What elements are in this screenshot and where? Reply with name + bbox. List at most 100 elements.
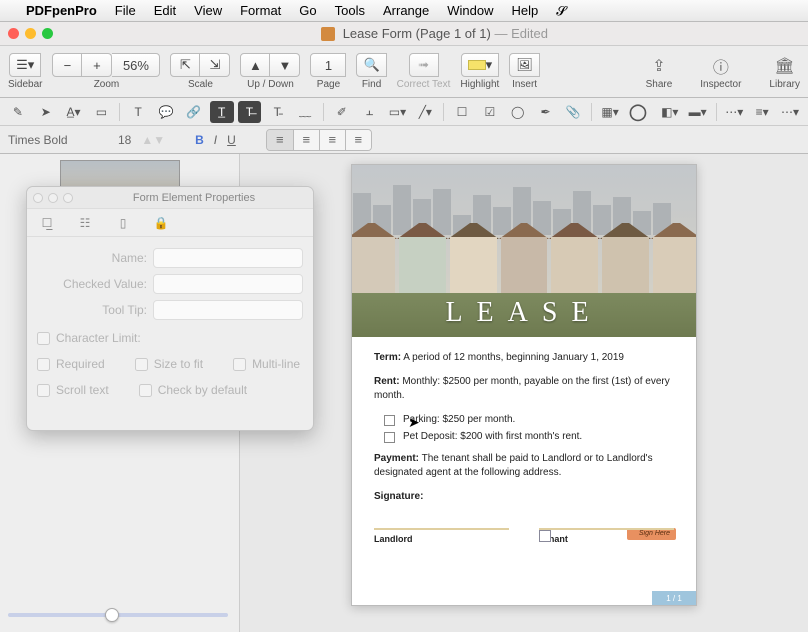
align-center-button[interactable]: ≡ (293, 130, 319, 150)
table-tool-icon[interactable]: ▦▾ (598, 101, 622, 123)
panel-min-button[interactable] (48, 193, 58, 203)
link-tool-icon[interactable]: 🔗 (182, 101, 206, 123)
toolbar-right: ⇪Share ⓘInspector 🏛Library (646, 53, 800, 90)
font-size-field[interactable]: 18 (118, 133, 131, 147)
minimize-window-button[interactable] (25, 28, 36, 39)
panel-checked-input[interactable] (153, 274, 303, 294)
inspector-icon[interactable]: ⓘ (711, 56, 731, 76)
line-width-icon[interactable]: ≡▾ (750, 101, 774, 123)
thumbnail-zoom-slider[interactable] (8, 606, 228, 624)
insert-button[interactable]: 🖼 (509, 53, 540, 77)
menu-window[interactable]: Window (447, 3, 493, 18)
note-tool-icon[interactable]: 💬 (154, 101, 178, 123)
panel-close-button[interactable] (33, 193, 43, 203)
sidebar-group: ☰▾ Sidebar (8, 53, 42, 90)
updown-label: Up / Down (247, 79, 294, 90)
squiggle-tool-icon[interactable]: ﹏ (293, 101, 317, 123)
script-menu-icon[interactable]: 𝓢 (556, 3, 566, 19)
font-family-field[interactable]: Times Bold (8, 133, 108, 147)
panel-tab-lock-icon[interactable]: 🔒 (151, 213, 171, 233)
pet-deposit-checkbox[interactable] (384, 432, 395, 443)
align-left-button[interactable]: ≡ (267, 130, 293, 150)
strikethrough-tool-icon[interactable]: T̵ (265, 101, 289, 123)
find-button[interactable]: 🔍 (356, 53, 386, 77)
attach-tool-icon[interactable]: 📎 (561, 101, 585, 123)
bold-button[interactable]: B (195, 133, 204, 147)
zoom-window-button[interactable] (42, 28, 53, 39)
zoom-value[interactable]: 56% (112, 53, 160, 77)
charlimit-checkbox[interactable] (37, 332, 50, 345)
polyline-tool-icon[interactable]: ⫠ (358, 101, 382, 123)
align-right-button[interactable]: ≡ (319, 130, 345, 150)
align-justify-button[interactable]: ≡ (345, 130, 371, 150)
zoom-in-button[interactable]: + (82, 53, 112, 77)
rent-label: Rent: (374, 376, 400, 387)
form-checkbox-icon[interactable]: ☑ (478, 101, 502, 123)
text-select-tool-icon[interactable]: A̲▾ (62, 101, 86, 123)
panel-tab-form-icon[interactable]: ☐̲ (37, 213, 57, 233)
scale-actual-button[interactable]: ⇲ (200, 53, 230, 77)
correct-text-button[interactable]: ➟ (409, 53, 439, 77)
panel-checked-label: Checked Value: (37, 277, 147, 291)
panel-zoom-button[interactable] (63, 193, 73, 203)
required-checkbox[interactable] (37, 358, 50, 371)
tenant-signature-line[interactable] (539, 528, 674, 530)
form-radio-icon[interactable]: ◯ (506, 101, 530, 123)
tenant-signature-checkbox[interactable] (539, 530, 551, 542)
multiline-checkbox[interactable] (233, 358, 246, 371)
panel-tab-page-icon[interactable]: ▯ (113, 213, 133, 233)
pointer-tool-icon[interactable]: ➤ (34, 101, 58, 123)
menu-go[interactable]: Go (299, 3, 316, 18)
text-tool-icon[interactable]: T (126, 101, 150, 123)
menu-edit[interactable]: Edit (154, 3, 176, 18)
library-icon[interactable]: 🏛 (775, 56, 795, 76)
more-tools-icon[interactable]: ⋯▾ (722, 101, 746, 123)
page-field[interactable]: 1 (310, 53, 346, 77)
landlord-signature-line[interactable] (374, 528, 509, 530)
freehand-tool-icon[interactable]: ✐ (330, 101, 354, 123)
underline-tool-icon[interactable]: T̶ (238, 101, 262, 123)
close-window-button[interactable] (8, 28, 19, 39)
menu-tools[interactable]: Tools (335, 3, 365, 18)
checkdefault-checkbox[interactable] (139, 384, 152, 397)
slider-knob[interactable] (105, 608, 119, 622)
circle-tool-icon[interactable]: ◯ (626, 101, 650, 123)
underline-button[interactable]: U (227, 133, 236, 147)
checkbox-form-tool-icon[interactable]: T̲ (210, 101, 234, 123)
next-page-button[interactable]: ▼ (270, 53, 300, 77)
highlight-button[interactable]: ▾ (461, 53, 500, 77)
line-style-icon[interactable]: ⋯▾ (778, 101, 802, 123)
prev-page-button[interactable]: ▲ (240, 53, 270, 77)
menu-view[interactable]: View (194, 3, 222, 18)
parking-checkbox[interactable] (384, 415, 395, 426)
panel-tab-align-icon[interactable]: ☷ (75, 213, 95, 233)
rect-tool-icon[interactable]: ▭▾ (386, 101, 410, 123)
italic-button[interactable]: I (214, 133, 217, 147)
document-icon (321, 27, 335, 41)
menu-help[interactable]: Help (511, 3, 538, 18)
panel-name-input[interactable] (153, 248, 303, 268)
zoom-out-button[interactable]: − (52, 53, 82, 77)
page-group: 1 Page (310, 53, 346, 90)
page-number-badge: 1 / 1 (652, 591, 696, 605)
document-title: Lease Form (Page 1 of 1) — Edited (69, 26, 800, 42)
form-text-field-icon[interactable]: ☐ (450, 101, 474, 123)
scribble-tool-icon[interactable]: ✎ (6, 101, 30, 123)
stroke-color-icon[interactable]: ◧▾ (658, 101, 682, 123)
scale-fit-button[interactable]: ⇱ (170, 53, 200, 77)
menu-file[interactable]: File (115, 3, 136, 18)
menu-arrange[interactable]: Arrange (383, 3, 429, 18)
line-tool-icon[interactable]: ╱▾ (413, 101, 437, 123)
menu-format[interactable]: Format (240, 3, 281, 18)
document-canvas[interactable]: LEASE Term: A period of 12 months, begin… (240, 154, 808, 632)
app-menu[interactable]: PDFpenPro (26, 3, 97, 18)
select-tool-icon[interactable]: ▭ (89, 101, 113, 123)
zoom-label: Zoom (94, 79, 120, 90)
scroll-checkbox[interactable] (37, 384, 50, 397)
sidebar-button[interactable]: ☰▾ (9, 53, 41, 77)
size-checkbox[interactable] (135, 358, 148, 371)
share-icon[interactable]: ⇪ (649, 56, 669, 76)
panel-tooltip-input[interactable] (153, 300, 303, 320)
signature-tool-icon[interactable]: ✒ (534, 101, 558, 123)
fill-color-icon[interactable]: ▬▾ (686, 101, 710, 123)
